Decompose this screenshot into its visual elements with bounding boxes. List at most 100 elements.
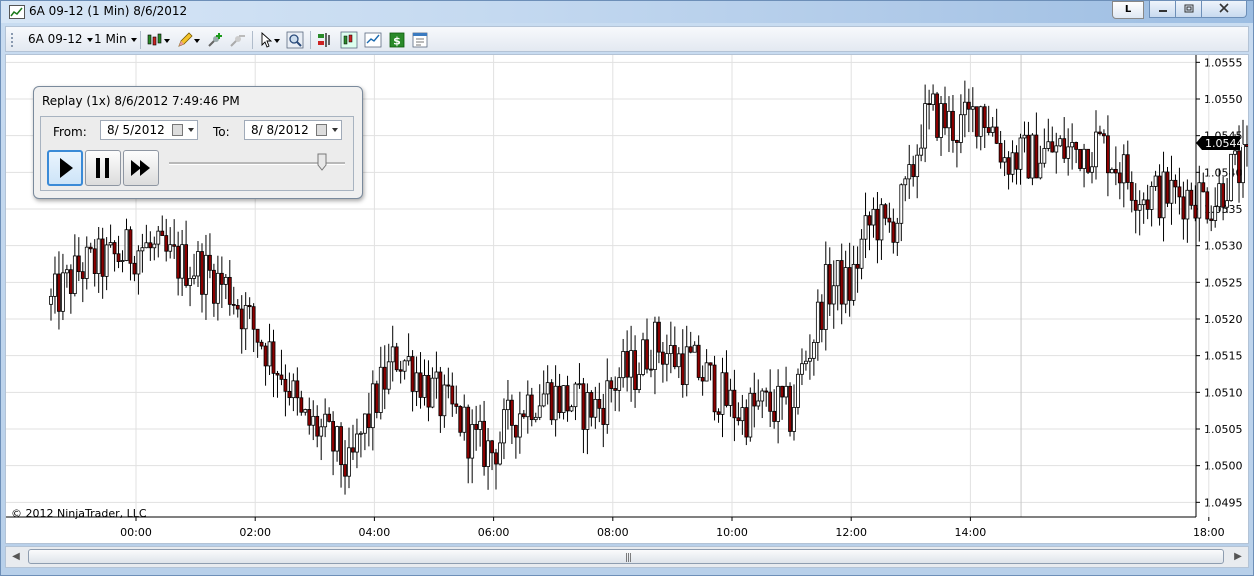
candle-body <box>541 393 546 407</box>
candle-body <box>1006 157 1011 175</box>
candle-body <box>136 250 141 275</box>
candle-body <box>124 229 129 261</box>
pause-button[interactable] <box>85 150 121 186</box>
candle-body <box>962 101 967 116</box>
add-indicator-icon[interactable] <box>206 31 224 49</box>
candle-body <box>172 244 177 247</box>
candle-body <box>1165 171 1170 204</box>
chart-trader-icon[interactable] <box>316 31 334 49</box>
candle-body <box>994 126 999 144</box>
candle-body <box>748 392 753 438</box>
from-date-picker[interactable]: 8/ 5/2012 <box>100 120 198 140</box>
candle-body <box>633 350 637 391</box>
candle-body <box>565 385 570 412</box>
chevron-down-icon[interactable] <box>194 39 200 43</box>
candle-body <box>839 260 844 305</box>
strategies-icon[interactable]: $ <box>388 31 406 49</box>
properties-icon[interactable] <box>411 31 429 49</box>
candle-body <box>947 110 951 129</box>
candle-body <box>1002 157 1007 163</box>
to-date-value: 8/ 8/2012 <box>251 123 309 137</box>
candle-body <box>1090 166 1094 173</box>
layout-button[interactable]: L <box>1112 1 1144 19</box>
minimize-button[interactable] <box>1149 1 1177 18</box>
candle-body <box>1221 183 1226 208</box>
candle-body <box>271 341 276 374</box>
candle-body <box>680 353 685 386</box>
candle-body <box>1225 200 1230 208</box>
instrument-selector[interactable]: 6A 09-12 <box>28 32 93 46</box>
candle-body <box>1125 154 1130 183</box>
data-series-icon[interactable] <box>340 31 358 49</box>
play-button[interactable] <box>47 150 83 186</box>
title-bar[interactable]: 6A 09-12 (1 Min) 8/6/2012 L <box>1 1 1253 23</box>
scroll-right-icon[interactable]: ▶ <box>1231 550 1245 564</box>
speed-slider-thumb[interactable] <box>317 153 327 171</box>
candle-body <box>1237 150 1241 184</box>
candle-body <box>1149 186 1154 210</box>
candle-body <box>430 377 435 408</box>
candle-body <box>716 411 721 415</box>
to-date-picker[interactable]: 8/ 8/2012 <box>244 120 342 140</box>
replay-panel: Replay (1x) 8/6/2012 7:49:46 PM From: 8/… <box>33 86 363 199</box>
candle-body <box>1046 141 1051 149</box>
candle-body <box>160 230 165 236</box>
candle-body <box>800 363 804 375</box>
candle-body <box>1181 196 1186 220</box>
scroll-thumb[interactable]: ||| <box>28 549 1224 564</box>
fast-forward-icon <box>131 160 150 176</box>
chevron-down-icon <box>130 37 137 42</box>
candle-body <box>696 344 701 378</box>
toolbar-grip[interactable] <box>11 33 15 47</box>
fast-forward-button[interactable] <box>123 150 159 186</box>
candle-body <box>1054 145 1059 153</box>
candle-body <box>811 342 816 359</box>
chevron-down-icon[interactable] <box>164 39 170 43</box>
candle-body <box>76 255 81 273</box>
chevron-down-icon[interactable] <box>274 39 280 43</box>
candle-body <box>192 275 196 279</box>
restore-button[interactable] <box>1175 1 1203 18</box>
pencil-draw-icon[interactable] <box>176 31 194 49</box>
candle-body <box>1197 182 1202 219</box>
restore-icon <box>1184 4 1194 13</box>
candle-body <box>533 416 538 421</box>
chart-style-icon[interactable] <box>146 31 164 49</box>
chevron-down-icon[interactable] <box>332 128 338 132</box>
candle-body <box>406 356 411 362</box>
candle-body <box>1229 153 1233 202</box>
close-button[interactable] <box>1201 1 1247 18</box>
candle-body <box>1034 134 1039 179</box>
chevron-down-icon[interactable] <box>188 128 194 132</box>
minimize-icon <box>1159 10 1167 12</box>
calendar-icon[interactable] <box>172 124 183 136</box>
remove-indicator-icon[interactable] <box>228 31 246 49</box>
indicators-icon[interactable] <box>364 31 382 49</box>
calendar-icon[interactable] <box>316 124 327 136</box>
candle-body <box>577 383 582 386</box>
interval-selector[interactable]: 1 Min <box>94 32 137 46</box>
candle-body <box>311 415 316 426</box>
candle-body <box>891 221 896 243</box>
zoom-icon[interactable] <box>286 31 304 49</box>
scroll-left-icon[interactable]: ◀ <box>9 550 23 564</box>
candle-body <box>1070 142 1075 148</box>
candle-body <box>255 328 260 343</box>
candle-body <box>1022 134 1027 139</box>
candle-body <box>545 382 550 395</box>
candle-body <box>315 415 320 437</box>
candle-body <box>597 398 602 409</box>
candle-body <box>859 238 864 269</box>
candle-body <box>990 126 995 133</box>
candle-body <box>1189 189 1194 206</box>
candle-body <box>966 101 971 110</box>
y-tick-label: 1.0515 <box>1204 350 1243 363</box>
candle-body <box>752 392 757 407</box>
candle-body <box>1102 133 1106 137</box>
candle-body <box>510 399 514 426</box>
horizontal-scrollbar[interactable]: ◀ ||| ▶ <box>5 546 1249 568</box>
candle-body <box>1014 152 1019 170</box>
x-tick-label: 06:00 <box>478 526 510 539</box>
candle-body <box>287 390 292 399</box>
candle-body <box>1078 148 1082 169</box>
